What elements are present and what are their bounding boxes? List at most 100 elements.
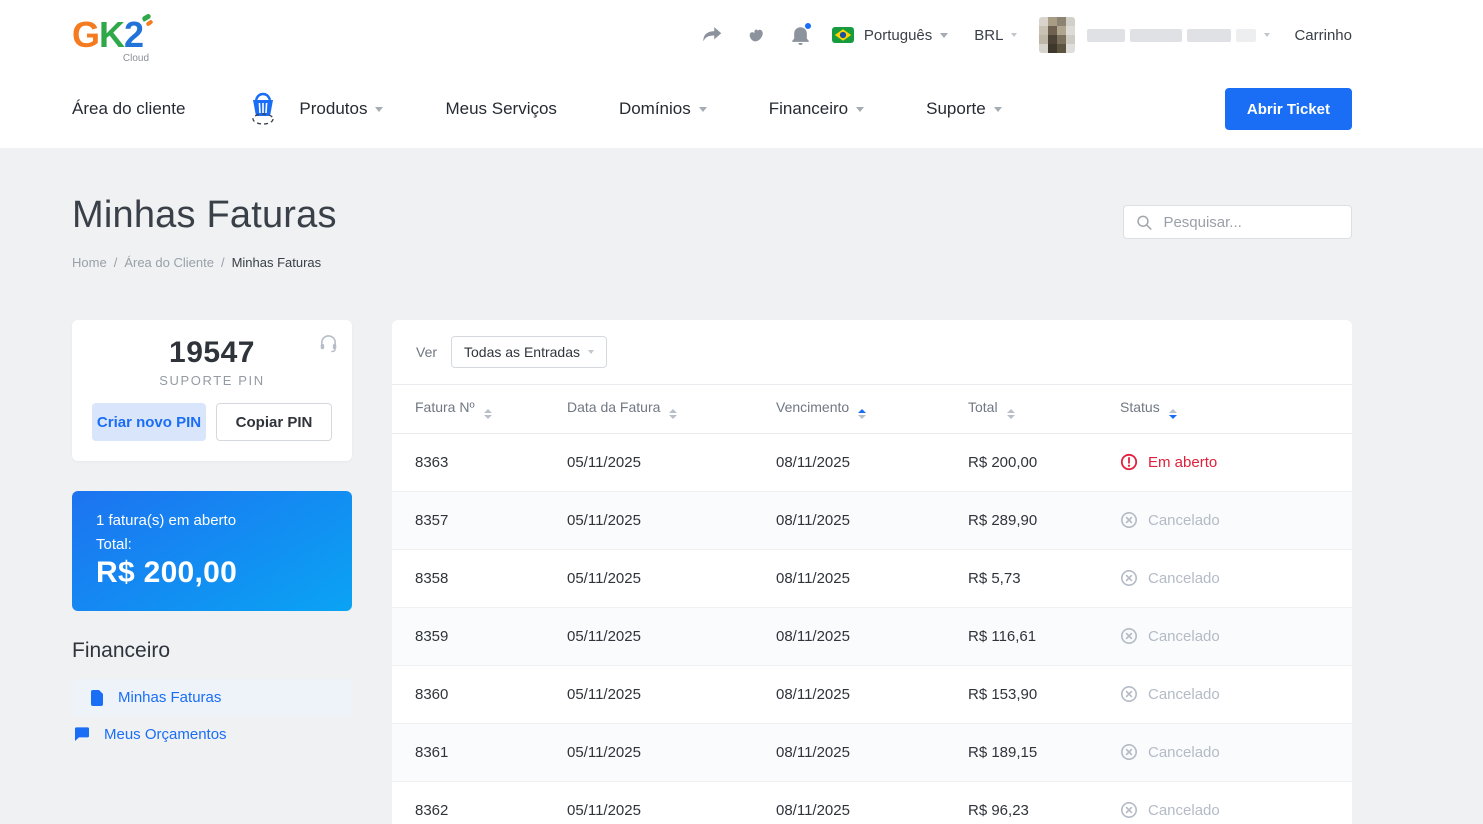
column-header[interactable]: Fatura Nº bbox=[392, 385, 567, 434]
search-box bbox=[1123, 205, 1352, 239]
basket-icon[interactable] bbox=[247, 92, 279, 126]
language-selector[interactable]: Português bbox=[831, 26, 949, 44]
document-icon bbox=[90, 689, 104, 706]
invoice-date-cell: 05/11/2025 bbox=[567, 665, 776, 724]
sidebar-item-meus-orcamentos[interactable]: Meus Orçamentos bbox=[72, 716, 352, 753]
total-label: Total: bbox=[96, 536, 132, 553]
table-row[interactable]: 8362 05/11/2025 08/11/2025 R$ 96,23 Canc… bbox=[392, 781, 1352, 824]
sort-arrows-icon[interactable] bbox=[1168, 408, 1177, 419]
total-cell: R$ 96,23 bbox=[968, 781, 1120, 824]
language-label: Português bbox=[863, 26, 933, 44]
status-label: Cancelado bbox=[1148, 569, 1220, 587]
open-ticket-button[interactable]: Abrir Ticket bbox=[1224, 88, 1352, 130]
table-row[interactable]: 8359 05/11/2025 08/11/2025 R$ 116,61 Can… bbox=[392, 607, 1352, 666]
status-label: Cancelado bbox=[1148, 685, 1220, 703]
search-input[interactable] bbox=[1163, 213, 1339, 231]
status-label: Cancelado bbox=[1148, 627, 1220, 645]
entries-filter-select[interactable]: Todas as Entradas bbox=[451, 336, 607, 368]
due-date-cell: 08/11/2025 bbox=[776, 433, 968, 492]
filter-selected-value: Todas as Entradas bbox=[464, 344, 580, 360]
user-menu[interactable] bbox=[1039, 17, 1271, 53]
logo-leaf-orange bbox=[145, 19, 154, 27]
sidebar-item-minhas-faturas[interactable]: Minhas Faturas bbox=[72, 679, 352, 716]
table-row[interactable]: 8358 05/11/2025 08/11/2025 R$ 5,73 Cance… bbox=[392, 549, 1352, 608]
open-invoices-summary-card: 1 fatura(s) em aberto Total: R$ 200,00 bbox=[72, 491, 352, 611]
copy-pin-button[interactable]: Copiar PIN bbox=[216, 403, 332, 441]
column-header[interactable]: Data da Fatura bbox=[567, 385, 776, 434]
cart-link[interactable]: Carrinho bbox=[1294, 27, 1352, 44]
invoice-number-cell: 8362 bbox=[392, 781, 567, 824]
sidebar-item-label: Meus Orçamentos bbox=[104, 726, 227, 743]
table-header-row: Fatura Nº Data da Fatura Vencimento Tota… bbox=[392, 385, 1352, 434]
status-badge: Cancelado bbox=[1120, 801, 1352, 819]
status-badge: Cancelado bbox=[1120, 627, 1352, 645]
breadcrumb-current: Minhas Faturas bbox=[231, 255, 322, 270]
sort-arrows-icon[interactable] bbox=[858, 408, 867, 419]
nav-suporte[interactable]: Suporte bbox=[926, 99, 1002, 119]
logo-letter-2: 2 bbox=[124, 14, 144, 55]
status-badge: Em aberto bbox=[1120, 453, 1352, 471]
sort-arrows-icon[interactable] bbox=[669, 408, 678, 419]
avatar bbox=[1039, 17, 1076, 53]
invoice-number-cell: 8361 bbox=[392, 723, 567, 782]
logo-subtitle: Cloud bbox=[122, 53, 150, 64]
create-pin-button[interactable]: Criar novo PIN bbox=[92, 403, 206, 441]
page-title: Minhas Faturas bbox=[72, 194, 337, 236]
invoice-date-cell: 05/11/2025 bbox=[567, 781, 776, 824]
chevron-down-icon bbox=[940, 32, 949, 38]
share-icon[interactable] bbox=[702, 26, 723, 44]
sidebar-item-label: Minhas Faturas bbox=[118, 689, 222, 706]
logo[interactable]: GK2 Cloud bbox=[72, 13, 154, 64]
invoice-date-cell: 05/11/2025 bbox=[567, 491, 776, 550]
hand-icon[interactable] bbox=[747, 26, 767, 45]
invoice-date-cell: 05/11/2025 bbox=[567, 549, 776, 608]
alert-circle-icon bbox=[1120, 453, 1138, 471]
brazil-flag-icon bbox=[831, 27, 854, 43]
filter-label: Ver bbox=[416, 344, 438, 360]
invoices-table-card: Ver Todas as Entradas Fatura Nº Data da … bbox=[392, 320, 1352, 824]
currency-selector[interactable]: BRL bbox=[974, 27, 1018, 44]
flag-icon bbox=[74, 727, 90, 742]
column-header[interactable]: Status bbox=[1120, 385, 1352, 434]
chevron-down-icon bbox=[993, 106, 1002, 112]
cancel-circle-icon bbox=[1120, 511, 1138, 529]
invoice-number-cell: 8360 bbox=[392, 665, 567, 724]
breadcrumb-area-do-cliente[interactable]: Área do Cliente bbox=[124, 255, 214, 270]
breadcrumb: Home / Área do Cliente / Minhas Faturas bbox=[72, 255, 322, 270]
sort-arrows-icon[interactable] bbox=[1006, 408, 1015, 419]
nav-financeiro[interactable]: Financeiro bbox=[769, 99, 865, 119]
cancel-circle-icon bbox=[1120, 743, 1138, 761]
status-badge: Cancelado bbox=[1120, 743, 1352, 761]
total-cell: R$ 189,15 bbox=[968, 723, 1120, 782]
header-actions: Português BRL Carrinho bbox=[678, 17, 1352, 53]
bell-icon[interactable] bbox=[791, 21, 812, 46]
total-cell: R$ 5,73 bbox=[968, 549, 1120, 608]
logo-letter-k: K bbox=[99, 14, 125, 55]
breadcrumb-home[interactable]: Home bbox=[72, 255, 107, 270]
due-date-cell: 08/11/2025 bbox=[776, 723, 968, 782]
nav-dominios[interactable]: Domínios bbox=[619, 99, 707, 119]
main-content: Minhas Faturas Home / Área do Cliente / … bbox=[0, 148, 1483, 824]
due-date-cell: 08/11/2025 bbox=[776, 665, 968, 724]
sidebar-heading: Financeiro bbox=[72, 639, 171, 662]
table-row[interactable]: 8360 05/11/2025 08/11/2025 R$ 153,90 Can… bbox=[392, 665, 1352, 724]
total-cell: R$ 200,00 bbox=[968, 433, 1120, 492]
open-invoices-count: 1 fatura(s) em aberto bbox=[96, 512, 237, 529]
chevron-down-icon bbox=[698, 106, 707, 112]
table-row[interactable]: 8361 05/11/2025 08/11/2025 R$ 189,15 Can… bbox=[392, 723, 1352, 782]
table-row[interactable]: 8363 05/11/2025 08/11/2025 R$ 200,00 Em … bbox=[392, 433, 1352, 492]
status-label: Cancelado bbox=[1148, 743, 1220, 761]
total-cell: R$ 289,90 bbox=[968, 491, 1120, 550]
column-header[interactable]: Vencimento bbox=[776, 385, 968, 434]
cancel-circle-icon bbox=[1120, 569, 1138, 587]
page-head: Minhas Faturas Home / Área do Cliente / … bbox=[72, 148, 1352, 270]
support-pin-value: 19547 bbox=[169, 336, 255, 369]
nav-meus-servicos[interactable]: Meus Serviços bbox=[445, 99, 556, 119]
column-header[interactable]: Total bbox=[968, 385, 1120, 434]
nav-produtos[interactable]: Produtos bbox=[299, 99, 384, 119]
headset-icon bbox=[319, 334, 338, 358]
due-date-cell: 08/11/2025 bbox=[776, 491, 968, 550]
nav-area-do-cliente[interactable]: Área do cliente bbox=[72, 99, 185, 119]
sort-arrows-icon[interactable] bbox=[483, 408, 492, 419]
table-row[interactable]: 8357 05/11/2025 08/11/2025 R$ 289,90 Can… bbox=[392, 491, 1352, 550]
